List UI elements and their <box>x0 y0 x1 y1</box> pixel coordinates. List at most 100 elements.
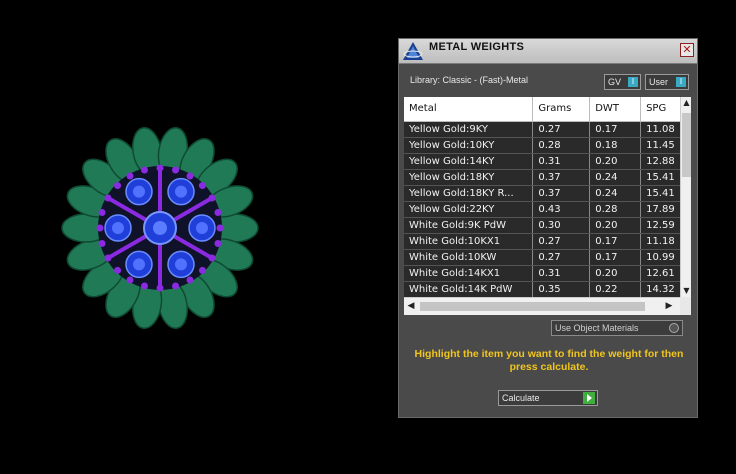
cell-grams: 0.27 <box>532 249 591 266</box>
gem-facet <box>133 258 145 271</box>
close-icon[interactable]: ✕ <box>680 43 694 57</box>
user-toggle[interactable]: User I <box>645 74 689 90</box>
cell-dwt: 0.18 <box>589 137 642 154</box>
bead <box>186 276 194 284</box>
column-header-metal[interactable]: Metal <box>404 97 534 122</box>
metal-table-container[interactable]: Metal Grams DWT SPG Yellow Gold:9KY 0.27 0… <box>404 97 691 315</box>
table-row[interactable]: White Gold:14KX1 0.31 0.20 12.61 <box>404 265 691 282</box>
table-row[interactable]: Yellow Gold:18KY 0.37 0.24 15.41 <box>404 169 691 186</box>
vertical-scroll-thumb[interactable] <box>682 113 691 177</box>
panel-title: METAL WEIGHTS <box>429 41 525 53</box>
bead <box>104 194 112 202</box>
bead <box>156 164 164 172</box>
gem-facet <box>112 222 124 234</box>
library-label: Library: Classic - (Fast)-Metal <box>410 75 529 85</box>
table-row[interactable]: Yellow Gold:18KY R... 0.37 0.24 15.41 <box>404 185 691 202</box>
bead <box>104 254 112 262</box>
cell-grams: 0.27 <box>532 121 591 138</box>
cell-metal: White Gold:10KX1 <box>404 233 534 250</box>
toggle-switch-icon: I <box>676 77 686 87</box>
cell-grams: 0.31 <box>532 265 591 282</box>
table-row[interactable]: White Gold:14K PdW 0.35 0.22 14.32 <box>404 281 691 298</box>
use-object-materials-option[interactable]: Use Object Materials <box>551 320 683 336</box>
instruction-text: Highlight the item you want to find the … <box>414 348 684 373</box>
scroll-down-icon[interactable]: ▼ <box>681 285 691 297</box>
cell-dwt: 0.24 <box>589 169 642 186</box>
bead <box>198 182 206 190</box>
gem-facet <box>175 185 187 198</box>
bead <box>114 182 122 190</box>
cell-metal: Yellow Gold:22KY <box>404 201 534 218</box>
center-gem-facet <box>153 221 167 235</box>
horizontal-scroll-thumb[interactable] <box>420 302 645 311</box>
cell-grams: 0.27 <box>532 233 591 250</box>
bead <box>140 166 148 174</box>
column-header-dwt[interactable]: DWT <box>589 97 642 122</box>
cell-grams: 0.35 <box>532 281 591 298</box>
panel-titlebar[interactable]: METAL WEIGHTS ✕ <box>399 39 697 64</box>
calculate-label: Calculate <box>502 393 540 403</box>
table-row[interactable]: White Gold:10KX1 0.27 0.17 11.18 <box>404 233 691 250</box>
cell-dwt: 0.17 <box>589 121 642 138</box>
metal-table: Metal Grams DWT SPG Yellow Gold:9KY 0.27 0… <box>404 97 691 298</box>
bead <box>214 208 222 216</box>
cell-grams: 0.37 <box>532 169 591 186</box>
cell-dwt: 0.17 <box>589 233 642 250</box>
bead <box>114 266 122 274</box>
cell-dwt: 0.22 <box>589 281 642 298</box>
cell-grams: 0.37 <box>532 185 591 202</box>
bead <box>140 282 148 290</box>
metal-weights-panel: METAL WEIGHTS ✕ Library: Classic - (Fast… <box>398 38 698 418</box>
table-row[interactable]: Yellow Gold:10KY 0.28 0.18 11.45 <box>404 137 691 154</box>
table-row[interactable]: Yellow Gold:14KY 0.31 0.20 12.88 <box>404 153 691 170</box>
cell-dwt: 0.20 <box>589 217 642 234</box>
gem-facet <box>196 222 208 234</box>
bead <box>126 172 134 180</box>
cell-metal: White Gold:9K PdW <box>404 217 534 234</box>
vertical-scrollbar[interactable]: ▲ ▼ <box>680 97 691 297</box>
cell-dwt: 0.28 <box>589 201 642 218</box>
cell-grams: 0.30 <box>532 217 591 234</box>
table-row[interactable]: White Gold:9K PdW 0.30 0.20 12.59 <box>404 217 691 234</box>
cell-dwt: 0.20 <box>589 153 642 170</box>
horizontal-scrollbar[interactable]: ◀ ▶ <box>404 297 680 315</box>
table-row[interactable]: White Gold:10KW 0.27 0.17 10.99 <box>404 249 691 266</box>
bead <box>156 284 164 292</box>
bead <box>98 208 106 216</box>
bead <box>198 266 206 274</box>
cell-metal: Yellow Gold:18KY R... <box>404 185 534 202</box>
cell-metal: White Gold:14K PdW <box>404 281 534 298</box>
cell-dwt: 0.17 <box>589 249 642 266</box>
cell-metal: Yellow Gold:9KY <box>404 121 534 138</box>
user-toggle-label: User <box>649 77 669 87</box>
cell-dwt: 0.20 <box>589 265 642 282</box>
cell-metal: Yellow Gold:18KY <box>404 169 534 186</box>
bead <box>186 172 194 180</box>
scroll-up-icon[interactable]: ▲ <box>681 97 691 109</box>
jewelry-render <box>61 126 259 330</box>
bead <box>126 276 134 284</box>
use-object-materials-label: Use Object Materials <box>555 323 639 333</box>
gv-toggle[interactable]: GV I <box>604 74 641 90</box>
cell-metal: Yellow Gold:14KY <box>404 153 534 170</box>
calculate-button[interactable]: Calculate <box>498 390 598 406</box>
scroll-left-icon[interactable]: ◀ <box>404 298 418 315</box>
scroll-right-icon[interactable]: ▶ <box>662 298 676 315</box>
table-row[interactable]: Yellow Gold:9KY 0.27 0.17 11.08 <box>404 121 691 138</box>
3d-viewport[interactable] <box>0 0 395 474</box>
bead <box>172 166 180 174</box>
radio-icon[interactable] <box>669 323 679 333</box>
cell-grams: 0.28 <box>532 137 591 154</box>
column-header-grams[interactable]: Grams <box>532 97 591 122</box>
toggle-switch-icon: I <box>628 77 638 87</box>
cell-grams: 0.43 <box>532 201 591 218</box>
play-icon <box>583 392 595 404</box>
scroll-corner <box>680 297 691 315</box>
bead <box>214 240 222 248</box>
gv-toggle-label: GV <box>608 77 622 87</box>
table-header-row: Metal Grams DWT SPG <box>404 97 691 122</box>
cell-metal: White Gold:10KW <box>404 249 534 266</box>
cell-dwt: 0.24 <box>589 185 642 202</box>
bead <box>98 240 106 248</box>
table-row[interactable]: Yellow Gold:22KY 0.43 0.28 17.89 <box>404 201 691 218</box>
